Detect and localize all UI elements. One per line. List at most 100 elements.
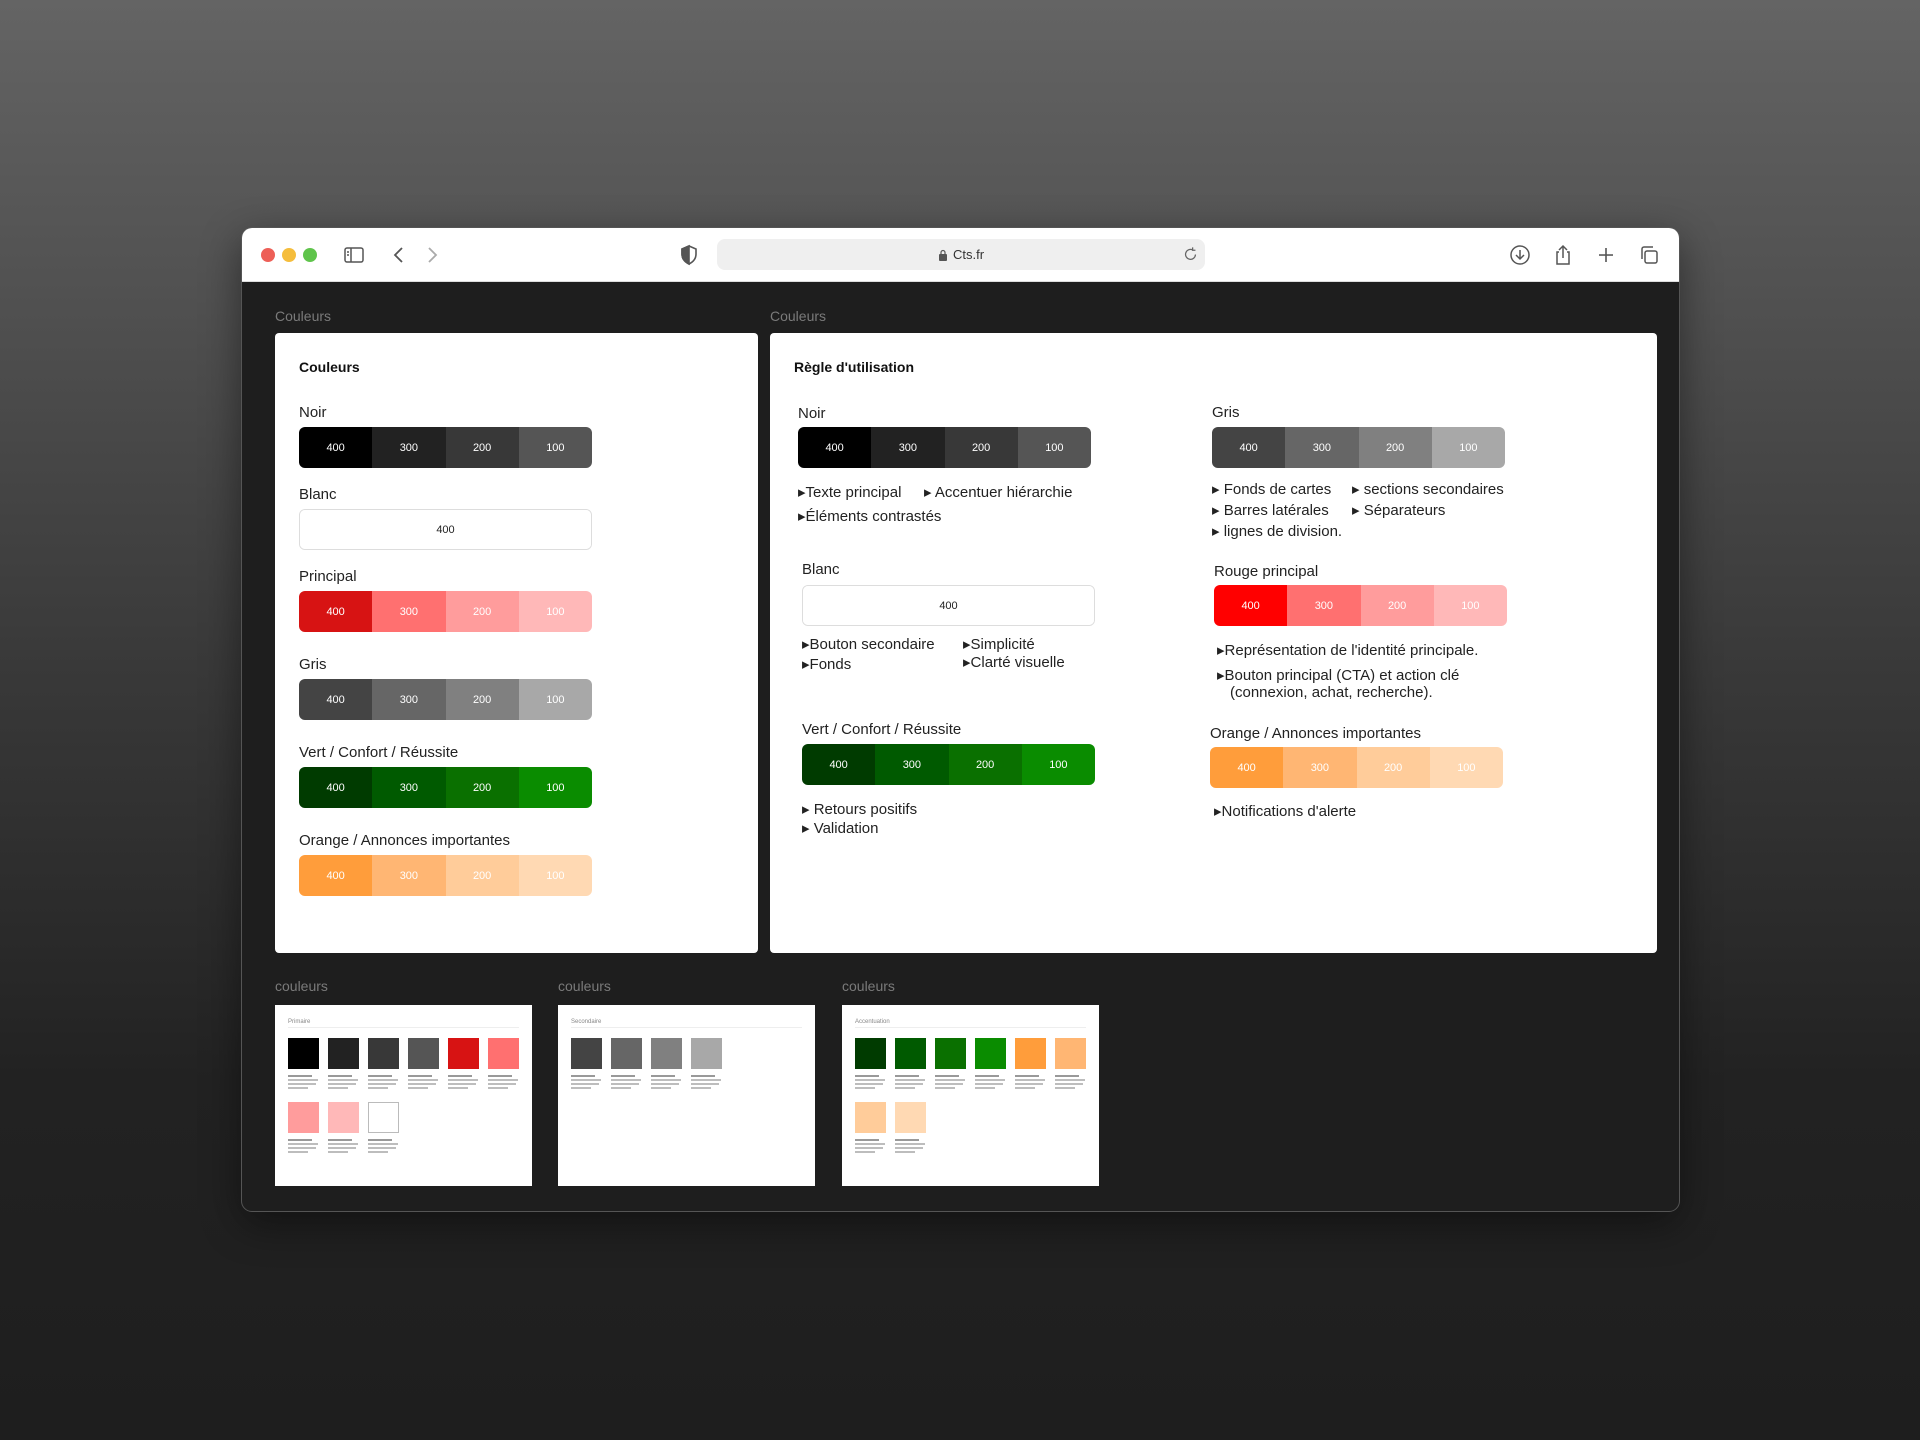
swatch-200: 200 [1356,747,1430,788]
swatch-400: 400 [300,510,591,549]
thumbnail-title: Primaire [288,1019,311,1025]
zoom-window-button[interactable] [303,248,317,262]
swatch-100: 100 [1429,747,1503,788]
usage-label-noir: Noir [798,405,826,422]
reload-icon[interactable] [1182,246,1199,263]
palette-principal: 400 300 200 100 [299,591,592,632]
thumbnail-swatch-caption [691,1075,725,1091]
usage-bullet: ▸ sections secondaires [1352,481,1504,498]
usage-label-orange: Orange / Annonces importantes [1210,725,1421,742]
thumbnail-swatch-caption [1055,1075,1089,1091]
swatch-200: 200 [1360,585,1434,626]
usage-bullet: ▸ Retours positifs [802,801,918,818]
swatch-200: 200 [1358,427,1432,468]
thumbnail-divider [571,1027,802,1028]
url-text: Cts.fr [952,247,985,262]
swatch-400: 400 [1214,585,1288,626]
thumbnail-label: couleurs [558,978,611,994]
thumbnail-swatch-caption [895,1075,929,1091]
group-label-principal: Principal [299,568,357,585]
thumbnail-swatch-caption [651,1075,685,1091]
swatch-100: 100 [518,855,592,896]
usage-label-blanc: Blanc [802,561,840,578]
swatch-300: 300 [871,427,945,468]
thumbnail-swatch-caption [488,1075,522,1091]
swatch-400: 400 [299,591,373,632]
forward-icon[interactable] [420,243,444,267]
swatch-200: 200 [944,427,1018,468]
address-bar[interactable]: Cts.fr [717,239,1205,270]
minimize-window-button[interactable] [282,248,296,262]
group-label-noir: Noir [299,404,327,421]
swatch-100: 100 [518,591,592,632]
swatch-300: 300 [372,427,446,468]
usage-bullet: ▸Éléments contrastés [798,508,942,525]
usage-bullet: ▸Bouton secondaire [802,636,935,653]
usage-bullet: ▸Notifications d'alerte [1214,803,1357,820]
swatch-400: 400 [1210,747,1284,788]
browser-toolbar: Cts.fr [242,228,1679,282]
thumbnail-accent[interactable]: Accentuation [842,1005,1099,1186]
usage-palette-vert: 400 300 200 100 [802,744,1095,785]
thumbnail-swatch-caption [935,1075,969,1091]
swatch-300: 300 [372,855,446,896]
thumbnail-swatch [611,1038,642,1069]
swatch-100: 100 [1433,585,1507,626]
thumbnail-swatch-caption [448,1075,482,1091]
usage-palette-blanc: 400 [802,585,1095,626]
thumbnail-swatch [855,1038,886,1069]
usage-bullet: ▸ Accentuer hiérarchie [924,484,1073,501]
back-icon[interactable] [387,243,411,267]
thumbnail-swatch [895,1038,926,1069]
swatch-300: 300 [1287,585,1361,626]
new-tab-icon[interactable] [1594,243,1618,267]
swatch-300: 300 [1285,427,1359,468]
thumbnail-swatch [651,1038,682,1069]
thumbnail-swatch [975,1038,1006,1069]
thumbnail-swatch [288,1038,319,1069]
thumbnail-swatch-caption [368,1075,402,1091]
swatch-400: 400 [299,767,373,808]
palette-gris: 400 300 200 100 [299,679,592,720]
usage-rules-card: Règle d'utilisation Noir 400 300 200 100 ▸T… [770,333,1657,953]
thumbnail-swatch-caption [895,1139,929,1155]
usage-palette-orange: 400 300 200 100 [1210,747,1503,788]
swatch-100: 100 [518,427,592,468]
usage-bullet: ▸Représentation de l'identité principale… [1217,642,1479,659]
swatch-200: 200 [445,767,519,808]
swatch-100: 100 [1017,427,1091,468]
thumbnail-label: couleurs [275,978,328,994]
thumbnail-primary[interactable]: Primaire [275,1005,532,1186]
palette-blanc: 400 [299,509,592,550]
thumbnail-swatch-caption [328,1139,362,1155]
swatch-100: 100 [518,679,592,720]
thumbnail-swatch-caption [328,1075,362,1091]
usage-bullet: ▸ Barres latérales [1212,502,1329,519]
swatch-300: 300 [875,744,949,785]
usage-bullet: ▸Fonds [802,656,852,673]
usage-bullet: ▸ Validation [802,820,879,837]
swatch-200: 200 [445,591,519,632]
thumbnail-divider [288,1027,519,1028]
swatch-400: 400 [1212,427,1286,468]
sidebar-toggle-icon[interactable] [342,243,366,267]
usage-label-gris: Gris [1212,404,1240,421]
thumbnail-swatch [571,1038,602,1069]
usage-palette-rouge: 400 300 200 100 [1214,585,1507,626]
thumbnail-swatch [935,1038,966,1069]
colors-card: Couleurs Noir 400 300 200 100 Blanc 400 Pri… [275,333,758,953]
swatch-400: 400 [299,855,373,896]
usage-bullet: ▸ Fonds de cartes [1212,481,1332,498]
thumbnail-swatch [488,1038,519,1069]
thumbnail-swatch [691,1038,722,1069]
thumbnail-secondary[interactable]: Secondaire [558,1005,815,1186]
close-window-button[interactable] [261,248,275,262]
tab-overview-icon[interactable] [1637,243,1661,267]
share-icon[interactable] [1551,243,1575,267]
downloads-icon[interactable] [1508,243,1532,267]
usage-label-rouge: Rouge principal [1214,563,1319,580]
thumbnail-swatch-caption [855,1075,889,1091]
privacy-shield-icon[interactable] [677,243,701,267]
usage-bullet: ▸ lignes de division. [1212,523,1343,540]
usage-palette-noir: 400 300 200 100 [798,427,1091,468]
